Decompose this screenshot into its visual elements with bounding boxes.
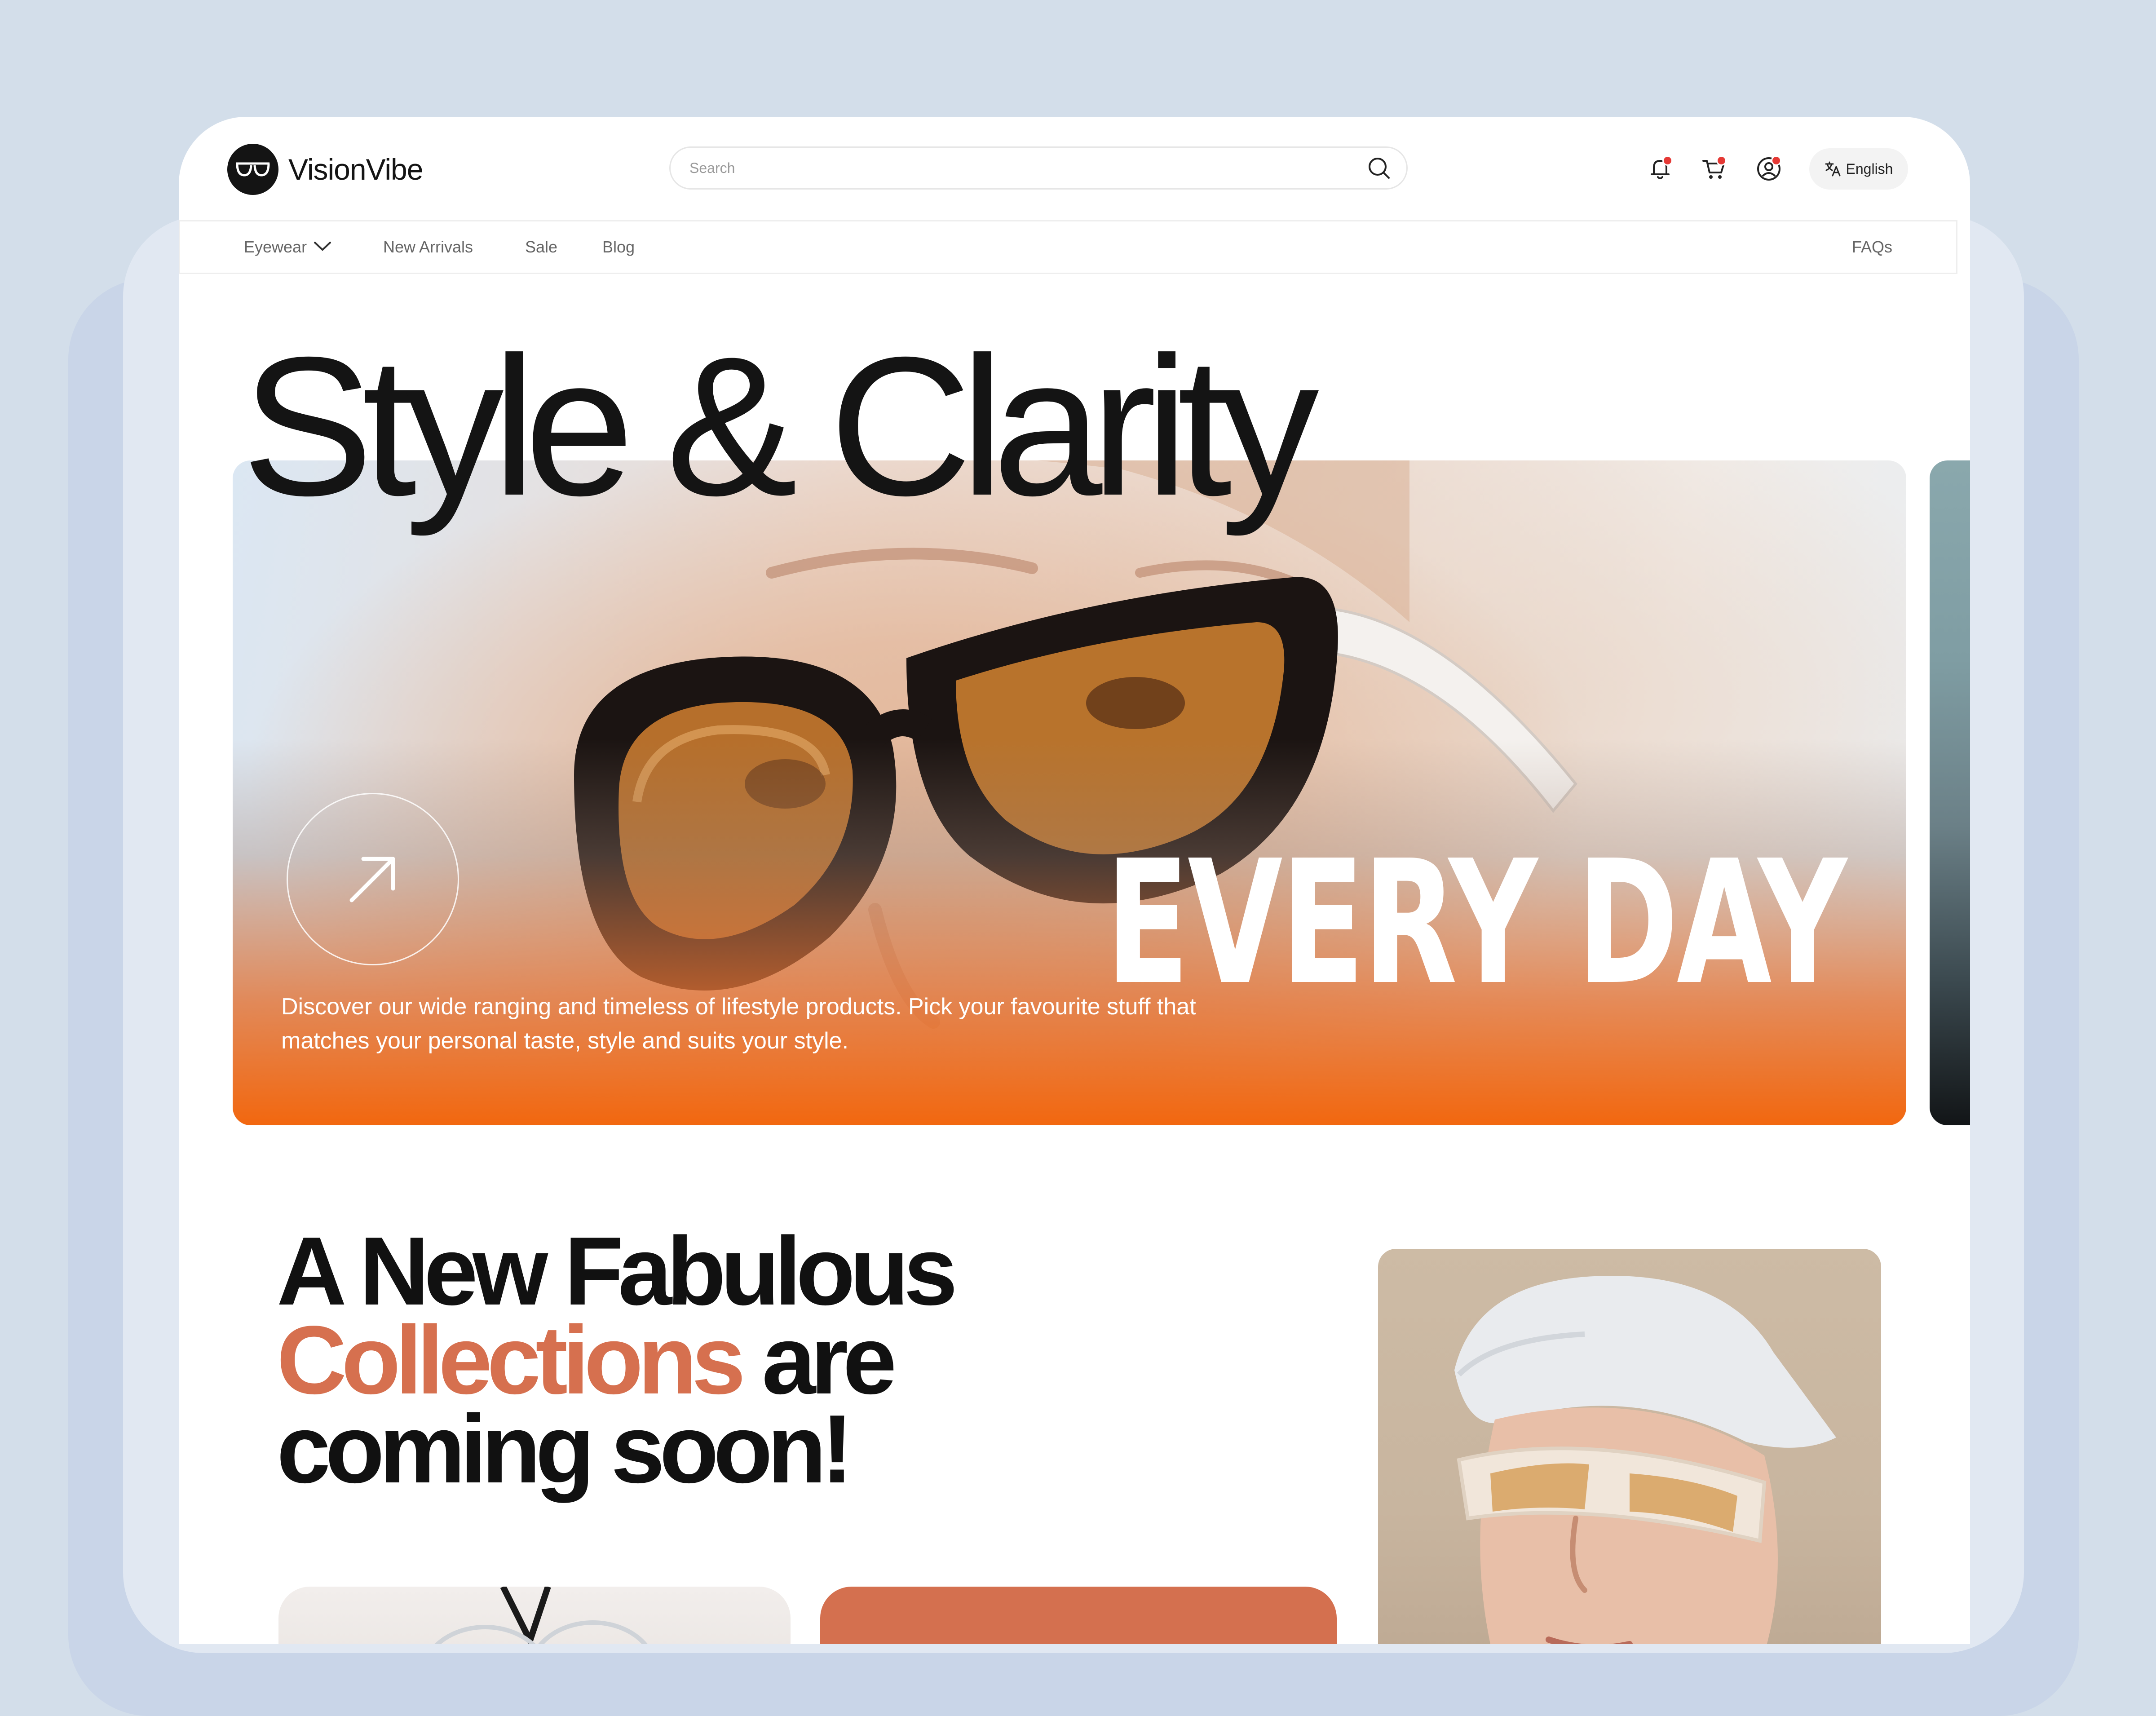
hero-banner: EVERY DAY Discover our wide ranging and … bbox=[233, 460, 1906, 1125]
nav-item-faqs[interactable]: FAQs bbox=[1852, 221, 1892, 273]
collection-heading-line1: A New Fabulous bbox=[277, 1216, 958, 1325]
brand-logo[interactable]: VisionVibe bbox=[227, 144, 423, 195]
search-bar[interactable] bbox=[669, 146, 1408, 190]
notification-dot bbox=[1662, 155, 1673, 166]
hero-tagline: EVERY DAY bbox=[1105, 823, 1847, 1022]
promo-card[interactable] bbox=[820, 1587, 1337, 1644]
product-card-glasses[interactable] bbox=[278, 1587, 791, 1644]
nav-item-sale[interactable]: Sale bbox=[525, 221, 557, 273]
account-badge-dot bbox=[1771, 155, 1781, 166]
translate-icon bbox=[1825, 161, 1841, 177]
browser-page: VisionVibe Search English Eyewear New Ar… bbox=[179, 117, 1970, 1644]
collection-heading-line2: Collections are bbox=[277, 1311, 952, 1408]
nav-item-blog[interactable]: Blog bbox=[602, 221, 635, 273]
cart-icon[interactable] bbox=[1696, 151, 1732, 187]
nav-item-eyewear[interactable]: Eyewear bbox=[244, 221, 332, 273]
model-portrait-photo bbox=[1378, 1249, 1881, 1644]
hero-arrow-button[interactable] bbox=[287, 793, 459, 965]
hero-description: Discover our wide ranging and timeless o… bbox=[281, 994, 1196, 1054]
hero-title: Style & Clarity bbox=[242, 316, 1319, 537]
user-account-icon[interactable] bbox=[1751, 151, 1787, 187]
search-input[interactable] bbox=[689, 159, 1363, 177]
cart-badge-dot bbox=[1716, 155, 1727, 166]
brand-name: VisionVibe bbox=[288, 153, 423, 186]
notification-bell-icon[interactable] bbox=[1642, 151, 1678, 187]
next-slide-preview[interactable] bbox=[1930, 460, 1970, 1125]
collection-heading: A New Fabulous Collections are coming so… bbox=[277, 1216, 958, 1503]
language-selector[interactable]: English bbox=[1809, 148, 1908, 190]
chevron-down-icon bbox=[313, 221, 332, 272]
nav-item-new-arrivals[interactable]: New Arrivals bbox=[383, 221, 473, 273]
search-icon[interactable] bbox=[1363, 152, 1395, 184]
language-label: English bbox=[1846, 160, 1893, 177]
nav-item-label: Eyewear bbox=[244, 238, 307, 256]
glasses-product-image bbox=[434, 1587, 648, 1644]
arrow-up-right-icon bbox=[349, 857, 395, 902]
category-nav: Eyewear New Arrivals Sale Blog FAQs bbox=[179, 220, 1957, 274]
collection-heading-line3: coming soon! bbox=[277, 1394, 853, 1503]
glasses-logo-icon bbox=[227, 144, 278, 195]
